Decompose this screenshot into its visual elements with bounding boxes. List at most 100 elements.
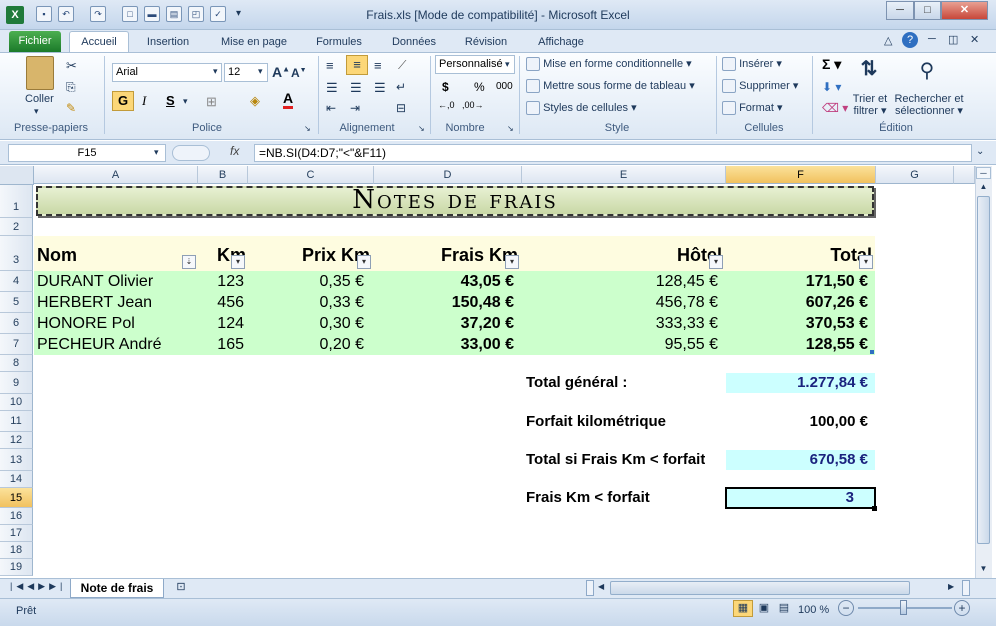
insert-cells-button[interactable]: Insérer ▾ <box>722 57 782 72</box>
tab-fichier[interactable]: Fichier <box>9 31 61 52</box>
scroll-left-icon[interactable]: ◀ <box>598 582 604 591</box>
align-left-icon[interactable]: ☰ <box>326 80 338 96</box>
summary-value-forfait[interactable]: 100,00 € <box>726 413 868 430</box>
cell-prix-3[interactable]: 0,30 € <box>248 315 364 333</box>
tab-affichage[interactable]: Affichage <box>528 33 594 52</box>
fill-color-icon[interactable]: ◈ <box>250 93 260 109</box>
close-button[interactable]: ✕ <box>941 1 988 20</box>
copy-icon[interactable]: ⎘ <box>66 80 76 95</box>
insert-function-button[interactable]: fx <box>230 144 239 158</box>
delete-cells-button[interactable]: Supprimer ▾ <box>722 79 798 94</box>
row-header-11[interactable]: 11 <box>0 411 33 432</box>
align-middle-icon[interactable]: ≡ <box>346 55 368 75</box>
row-header-19[interactable]: 19 <box>0 559 33 576</box>
scroll-right-icon[interactable]: ▶ <box>948 582 954 591</box>
shrink-font-icon[interactable]: A▼ <box>291 66 307 80</box>
font-color-icon[interactable]: A <box>283 91 294 109</box>
column-header-g[interactable]: G <box>876 166 954 184</box>
row-header-10[interactable]: 10 <box>0 394 33 411</box>
insert-sheet-icon[interactable]: ⊡ <box>170 580 192 596</box>
clear-icon[interactable]: ⌫ ▾ <box>822 101 848 115</box>
thousands-button[interactable]: 000 <box>496 81 513 92</box>
row-header-6[interactable]: 6 <box>0 313 33 334</box>
row-header-13[interactable]: 13 <box>0 449 33 471</box>
filter-frais-km-icon[interactable]: ▾ <box>505 255 519 269</box>
formula-expand-icon[interactable]: ⌄ <box>976 146 984 157</box>
name-box[interactable]: F15 <box>8 144 166 162</box>
row-header-4[interactable]: 4 <box>0 271 33 292</box>
sort-filter-icon[interactable]: ⇅ <box>854 56 884 88</box>
cell-hotel-1[interactable]: 128,45 € <box>522 273 718 291</box>
format-as-table-button[interactable]: Mettre sous forme de tableau ▾ <box>526 79 695 94</box>
borders-icon[interactable]: ⊞ <box>206 94 217 110</box>
formula-bar-expand-handle[interactable] <box>172 145 210 161</box>
zoom-out-icon[interactable]: − <box>838 600 854 616</box>
cell-nom-1[interactable]: DURANT Olivier <box>37 273 153 291</box>
row-header-17[interactable]: 17 <box>0 525 33 542</box>
tab-accueil[interactable]: Accueil <box>69 31 129 53</box>
align-bottom-icon[interactable]: ≡ <box>374 58 382 73</box>
split-box-vertical[interactable] <box>962 580 970 596</box>
bold-button[interactable]: G <box>112 91 134 111</box>
vertical-scroll-thumb[interactable] <box>977 196 990 544</box>
split-box-horizontal[interactable]: ─ <box>976 167 991 179</box>
column-header-e[interactable]: E <box>522 166 726 184</box>
currency-button[interactable]: $ <box>442 80 449 94</box>
paste-icon[interactable] <box>26 56 54 90</box>
cell-prix-1[interactable]: 0,35 € <box>248 273 364 291</box>
help-icon[interactable]: ? <box>902 32 918 48</box>
workbook-minimize-icon[interactable]: ─ <box>928 33 936 45</box>
paste-button[interactable]: Coller <box>25 93 54 105</box>
row-header-2[interactable]: 2 <box>0 218 33 236</box>
decrease-indent-icon[interactable]: ⇤ <box>326 101 336 115</box>
name-box-dropdown-icon[interactable]: ▾ <box>154 147 159 158</box>
sheet-nav-icon[interactable]: |◀◀▶▶| <box>10 581 66 592</box>
format-painter-icon[interactable]: ✎ <box>66 101 76 115</box>
sort-filter-button[interactable]: Trier et filtrer ▾ <box>852 93 888 117</box>
workbook-close-icon[interactable]: ✕ <box>970 33 979 46</box>
row-header-3[interactable]: 3 <box>0 236 33 271</box>
cut-icon[interactable]: ✂ <box>66 58 77 74</box>
zoom-slider-thumb[interactable] <box>900 600 907 615</box>
cell-nom-3[interactable]: HONORE Pol <box>37 315 135 333</box>
autosum-icon[interactable]: Σ ▾ <box>822 56 841 73</box>
row-header-14[interactable]: 14 <box>0 471 33 488</box>
percent-button[interactable]: % <box>474 80 485 94</box>
cell-total-3[interactable]: 370,53 € <box>726 315 868 333</box>
column-header-c[interactable]: C <box>248 166 374 184</box>
find-binoculars-icon[interactable]: ⚲ <box>912 58 942 86</box>
cell-frais-2[interactable]: 150,48 € <box>374 294 514 312</box>
cell-km-3[interactable]: 124 <box>198 315 244 333</box>
minimize-button[interactable]: ─ <box>886 1 914 20</box>
table-resize-handle[interactable] <box>870 350 874 354</box>
increase-decimal-icon[interactable]: ←,0 <box>438 100 455 110</box>
page-layout-view-icon[interactable]: ▣ <box>755 601 773 617</box>
cell-styles-button[interactable]: Styles de cellules ▾ <box>526 101 637 116</box>
paste-dropdown-icon[interactable]: ▾ <box>34 106 39 117</box>
cell-km-4[interactable]: 165 <box>198 336 244 354</box>
formula-input[interactable]: =NB.SI(D4:D7;"<"&F11) <box>254 144 972 162</box>
align-right-icon[interactable]: ☰ <box>374 80 386 96</box>
fill-icon[interactable]: ⬇ ▾ <box>822 80 841 94</box>
summary-value-total-general[interactable]: 1.277,84 € <box>726 374 868 391</box>
filter-km-icon[interactable]: ▾ <box>231 255 245 269</box>
tab-mise-en-page[interactable]: Mise en page <box>212 33 296 52</box>
cell-hotel-2[interactable]: 456,78 € <box>522 294 718 312</box>
zoom-level[interactable]: 100 % <box>798 604 829 616</box>
cell-total-2[interactable]: 607,26 € <box>726 294 868 312</box>
summary-value-total-si[interactable]: 670,58 € <box>726 451 868 468</box>
alignment-dialog-launcher-icon[interactable]: ↘ <box>418 124 425 133</box>
cell-nom-2[interactable]: HERBERT Jean <box>37 294 152 312</box>
row-header-12[interactable]: 12 <box>0 432 33 449</box>
row-header-15[interactable]: 15 <box>0 488 33 508</box>
number-dialog-launcher-icon[interactable]: ↘ <box>507 124 514 133</box>
format-cells-button[interactable]: Format ▾ <box>722 101 782 116</box>
orientation-icon[interactable]: ⟋ <box>398 58 406 73</box>
zoom-in-icon[interactable]: + <box>954 600 970 616</box>
horizontal-scroll-thumb[interactable] <box>610 581 910 595</box>
column-header-f[interactable]: F <box>726 166 876 184</box>
font-name-combo[interactable]: Arial <box>112 63 222 82</box>
row-header-18[interactable]: 18 <box>0 542 33 559</box>
filter-total-icon[interactable]: ▾ <box>859 255 873 269</box>
summary-value-frais-count[interactable]: 3 <box>726 489 854 506</box>
